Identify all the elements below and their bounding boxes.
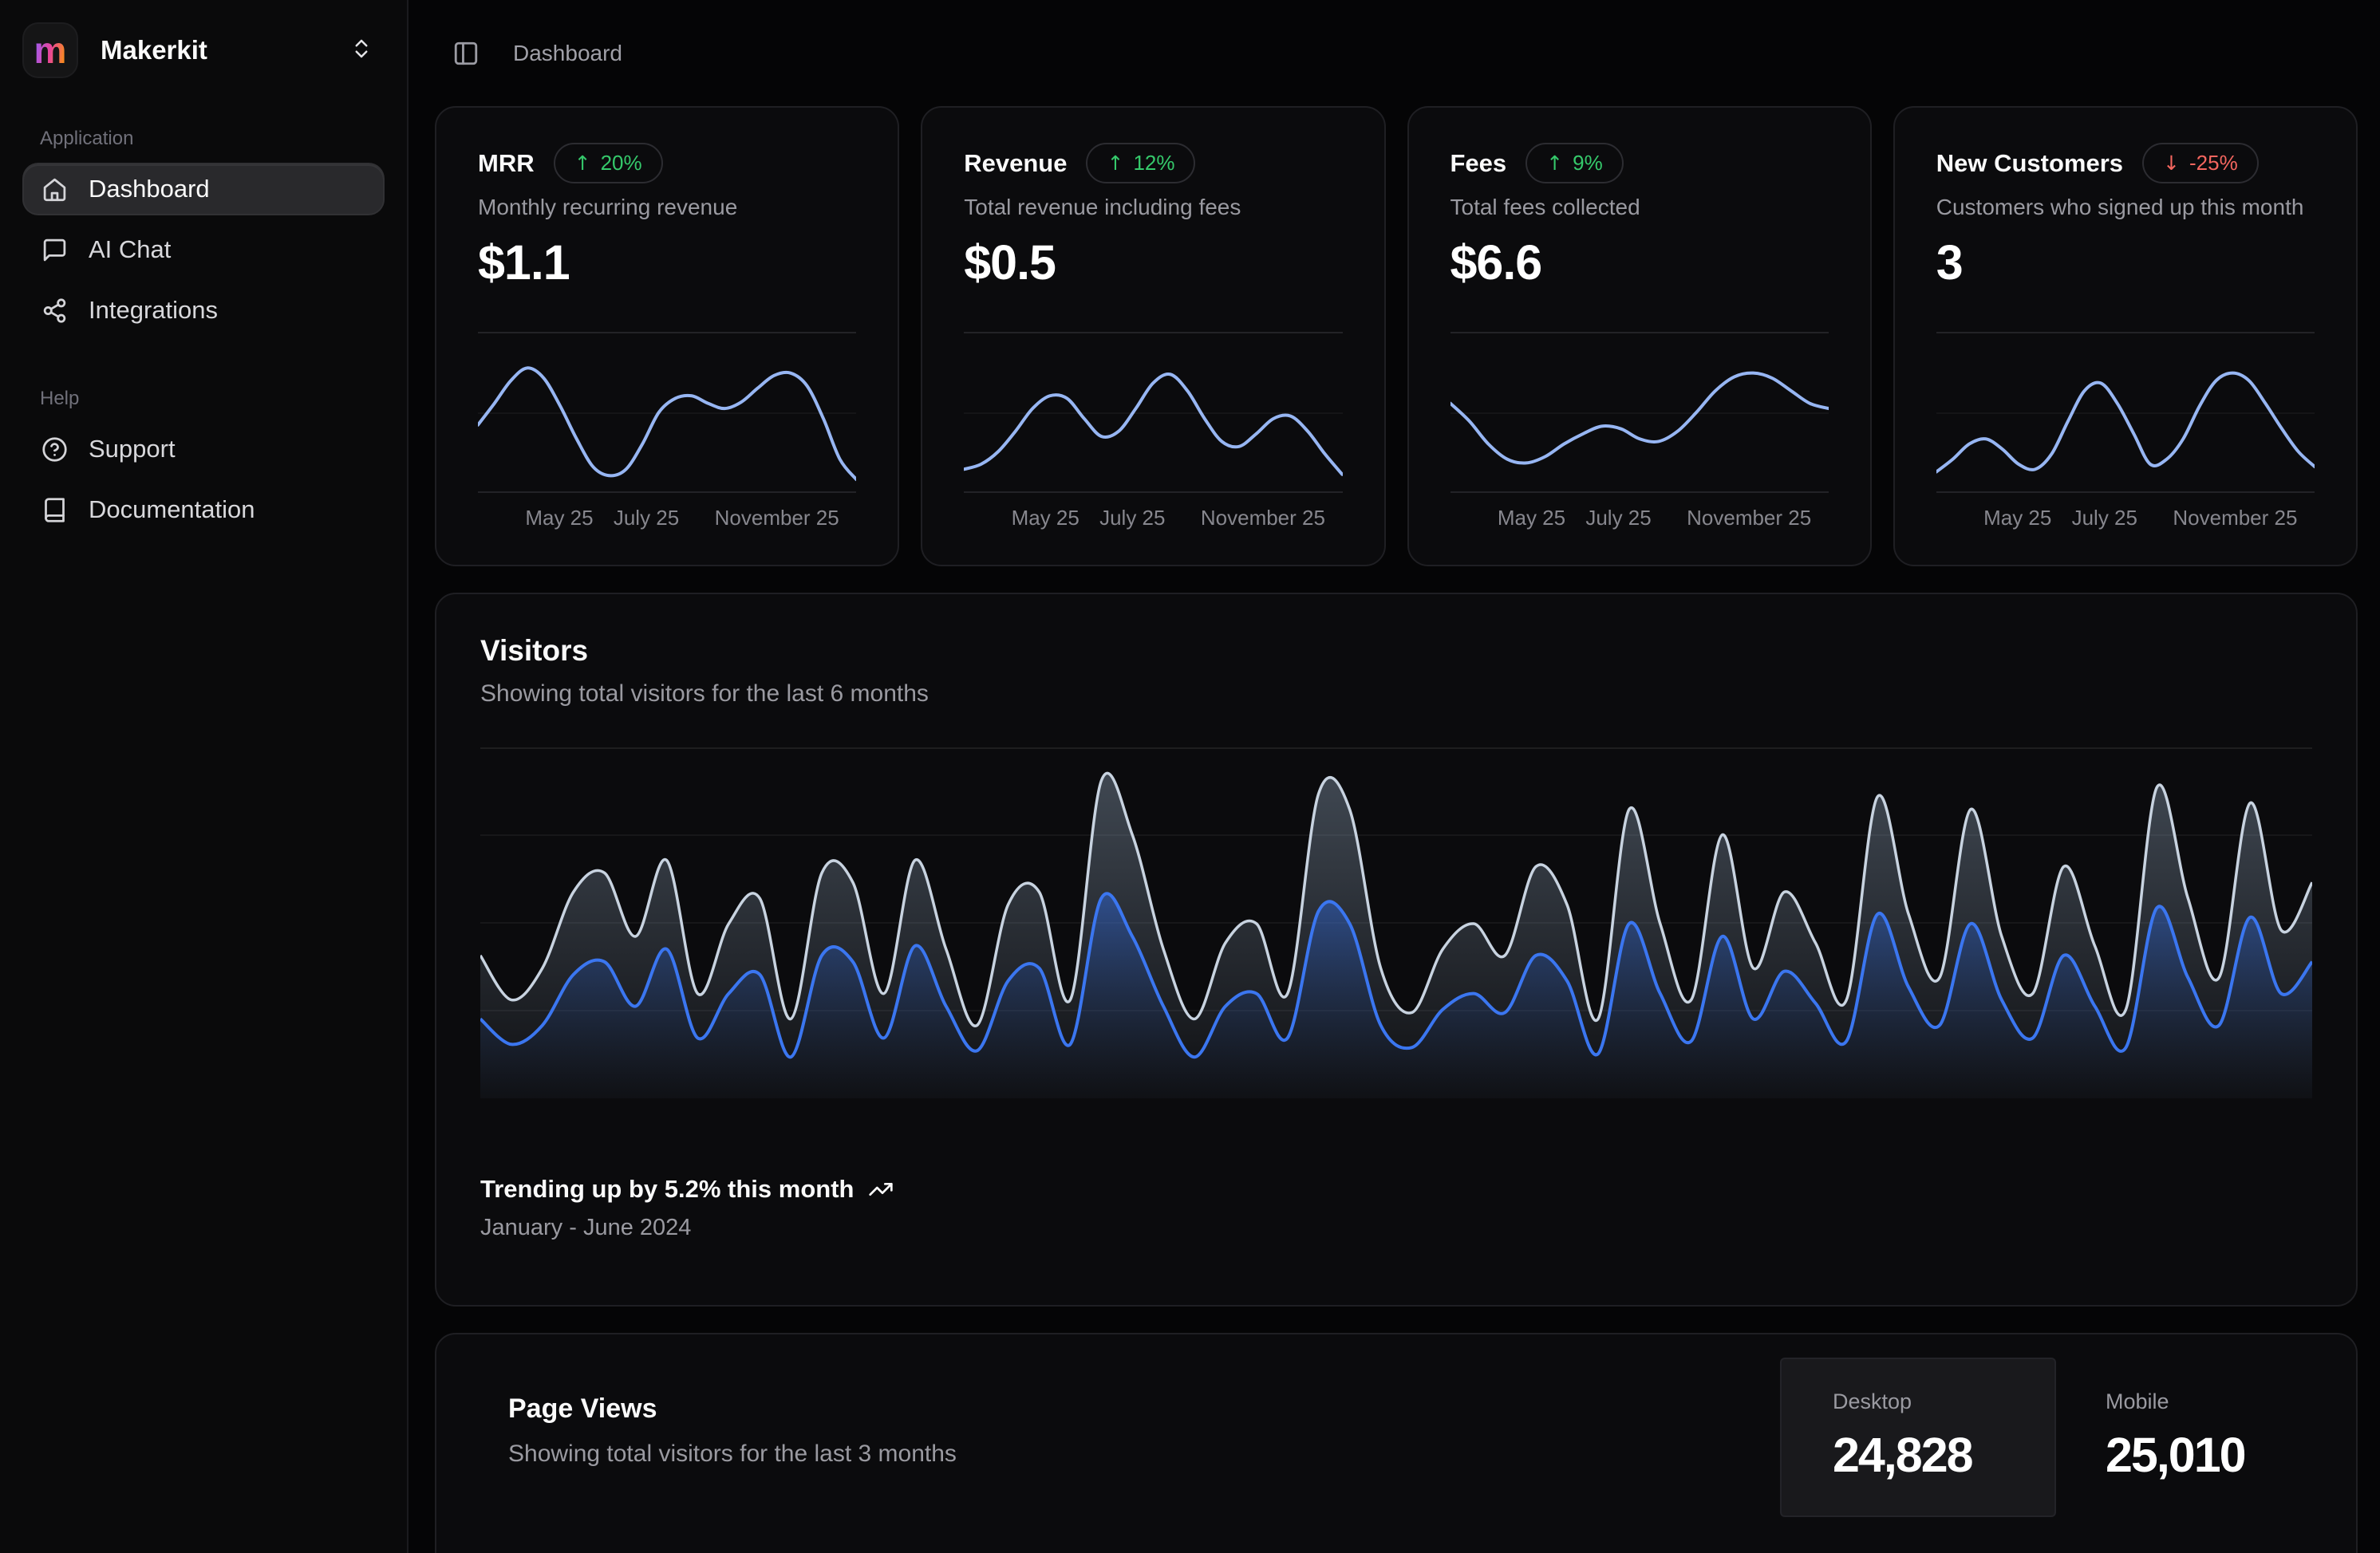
share-icon: [41, 298, 68, 324]
desktop-toggle[interactable]: Desktop 24,828: [1782, 1359, 2054, 1516]
stat-value: $1.1: [478, 235, 856, 290]
trend-text: Trending up by 5.2% this month: [480, 1175, 854, 1204]
stat-description: Total revenue including fees: [964, 195, 1342, 220]
visitors-area-chart: [480, 747, 2312, 1098]
workspace-name: Makerkit: [101, 35, 326, 65]
stat-value: 3: [1936, 235, 2315, 290]
stat-card-fees: Fees ↑9% Total fees collected $6.6 May 2…: [1407, 106, 1872, 566]
arrow-down-icon: ↓: [2163, 152, 2180, 175]
x-tick: July 25: [614, 506, 679, 530]
sidebar-item-dashboard[interactable]: Dashboard: [24, 164, 383, 214]
page-views-subtitle: Showing total visitors for the last 3 mo…: [508, 1441, 1782, 1468]
page-views-header: Page Views Showing total visitors for th…: [436, 1334, 2356, 1553]
stat-value: $0.5: [964, 235, 1342, 290]
visitors-title: Visitors: [480, 634, 2312, 668]
workspace-switcher[interactable]: m Makerkit: [0, 0, 407, 99]
date-range: January - June 2024: [480, 1215, 2312, 1241]
trending-up-icon: [868, 1177, 894, 1202]
mobile-toggle[interactable]: Mobile 25,010: [2054, 1359, 2356, 1516]
logo-letter: m: [34, 32, 67, 69]
content: MRR ↑20% Monthly recurring revenue $1.1 …: [409, 106, 2380, 1553]
page-views-toggles: Desktop 24,828 Mobile 25,010: [1782, 1359, 2356, 1516]
home-icon: [41, 176, 68, 203]
stat-title: MRR: [478, 149, 535, 178]
sidebar-item-support[interactable]: Support: [24, 424, 383, 474]
x-tick: July 25: [1585, 506, 1651, 530]
sidebar-item-ai-chat[interactable]: AI Chat: [24, 225, 383, 274]
stat-title: New Customers: [1936, 149, 2123, 178]
mobile-value: 25,010: [2106, 1427, 2356, 1483]
stat-cards-row: MRR ↑20% Monthly recurring revenue $1.1 …: [435, 106, 2358, 566]
top-bar: Dashboard: [409, 0, 2380, 106]
trend-badge: ↑9%: [1525, 143, 1624, 183]
book-icon: [41, 497, 68, 523]
arrow-up-icon: ↑: [574, 152, 591, 175]
stat-card-mrr: MRR ↑20% Monthly recurring revenue $1.1 …: [435, 106, 899, 566]
x-tick: November 25: [1687, 506, 1811, 530]
sidebar-item-documentation[interactable]: Documentation: [24, 485, 383, 534]
stat-value: $6.6: [1450, 235, 1829, 290]
stat-description: Monthly recurring revenue: [478, 195, 856, 220]
app-root: m Makerkit Application Dashboard AI Chat: [0, 0, 2380, 1553]
sidebar-item-integrations[interactable]: Integrations: [24, 286, 383, 335]
visitors-card: Visitors Showing total visitors for the …: [435, 593, 2358, 1307]
x-tick: July 25: [1099, 506, 1165, 530]
sidebar-item-label: Documentation: [89, 495, 255, 524]
arrow-up-icon: ↑: [1107, 152, 1123, 175]
makerkit-logo: m: [24, 24, 77, 77]
sparkline-x-axis: May 25 July 25 November 25: [1450, 493, 1829, 542]
sparkline-chart: [964, 332, 1342, 493]
stat-description: Customers who signed up this month: [1936, 195, 2315, 220]
x-tick: November 25: [2173, 506, 2297, 530]
trend-badge: ↓-25%: [2142, 143, 2259, 183]
nav-section-application: Application: [40, 128, 383, 150]
sidebar-item-label: Integrations: [89, 296, 218, 325]
mobile-label: Mobile: [2106, 1389, 2356, 1414]
sparkline-x-axis: May 25 July 25 November 25: [1936, 493, 2315, 542]
sidebar: m Makerkit Application Dashboard AI Chat: [0, 0, 409, 1553]
main-area: Dashboard MRR ↑20% Monthly recurring rev…: [409, 0, 2380, 1553]
help-circle-icon: [41, 436, 68, 463]
trend-badge: ↑20%: [554, 143, 663, 183]
visitors-subtitle: Showing total visitors for the last 6 mo…: [480, 680, 2312, 708]
x-tick: May 25: [1012, 506, 1079, 530]
sparkline-chart: [1450, 332, 1829, 493]
x-tick: July 25: [2072, 506, 2137, 530]
stat-title: Revenue: [964, 149, 1067, 178]
page-views-card: Page Views Showing total visitors for th…: [435, 1333, 2358, 1553]
chevrons-up-down-icon: [349, 37, 373, 65]
sparkline-x-axis: May 25 July 25 November 25: [964, 493, 1342, 542]
sparkline-x-axis: May 25 July 25 November 25: [478, 493, 856, 542]
sparkline-chart: [1936, 332, 2315, 493]
sidebar-nav: Application Dashboard AI Chat Integratio…: [0, 99, 407, 546]
visitors-footer: Trending up by 5.2% this month January -…: [480, 1175, 2312, 1241]
desktop-value: 24,828: [1833, 1427, 2054, 1483]
stat-description: Total fees collected: [1450, 195, 1829, 220]
sidebar-item-label: Dashboard: [89, 175, 210, 203]
sidebar-item-label: Support: [89, 435, 176, 463]
arrow-up-icon: ↑: [1546, 152, 1563, 175]
breadcrumb: Dashboard: [513, 41, 622, 66]
sidebar-item-label: AI Chat: [89, 235, 171, 264]
stat-title: Fees: [1450, 149, 1507, 178]
desktop-label: Desktop: [1833, 1389, 2054, 1414]
panel-left-icon[interactable]: [452, 40, 480, 67]
trend-badge: ↑12%: [1086, 143, 1195, 183]
stat-card-new-customers: New Customers ↓-25% Customers who signed…: [1893, 106, 2358, 566]
x-tick: May 25: [1983, 506, 2051, 530]
sparkline-chart: [478, 332, 856, 493]
page-views-title: Page Views: [508, 1393, 1782, 1425]
stat-card-revenue: Revenue ↑12% Total revenue including fee…: [921, 106, 1385, 566]
x-tick: May 25: [1498, 506, 1565, 530]
chat-icon: [41, 237, 68, 263]
x-tick: November 25: [715, 506, 839, 530]
x-tick: May 25: [525, 506, 593, 530]
x-tick: November 25: [1201, 506, 1325, 530]
nav-section-help: Help: [40, 388, 383, 410]
